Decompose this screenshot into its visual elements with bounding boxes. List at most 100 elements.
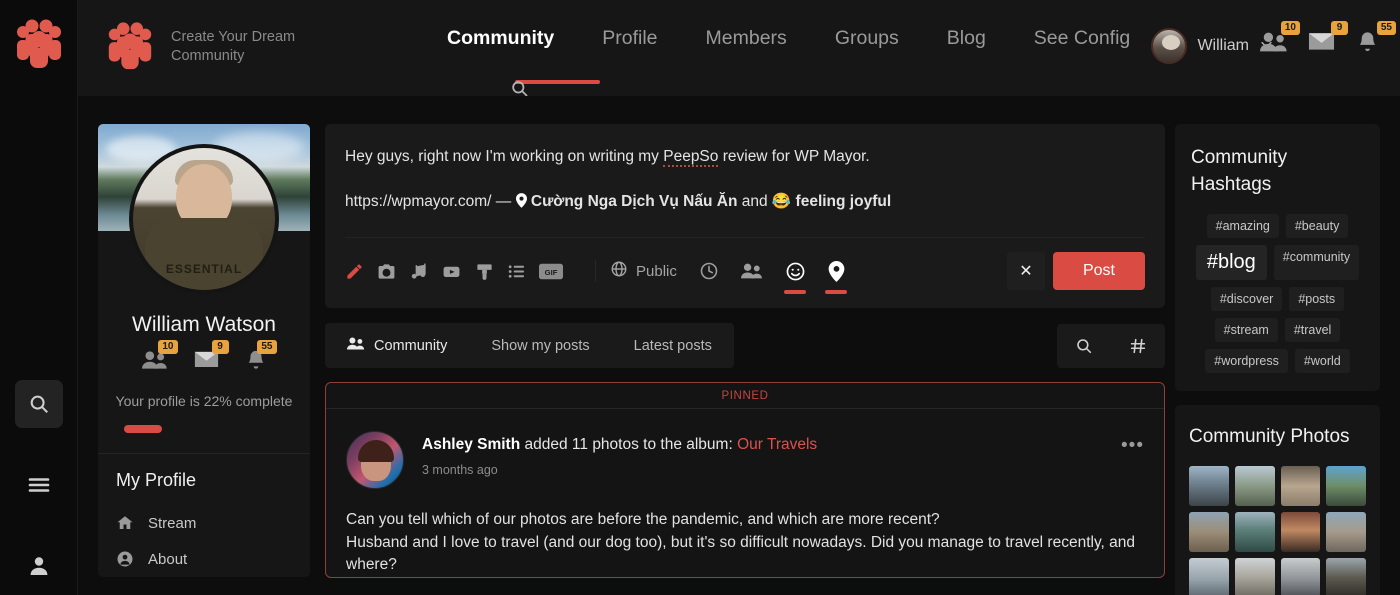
user-menu[interactable]: William (1151, 28, 1274, 64)
photo-thumb[interactable] (1326, 466, 1366, 506)
toolbar-divider (595, 260, 596, 282)
photo-thumb[interactable] (1280, 466, 1321, 506)
photo-thumb[interactable] (1234, 511, 1275, 552)
badge-count: 9 (211, 340, 229, 354)
post-meta: Ashley Smith added 11 photos to the albu… (404, 431, 817, 477)
avatar-body (145, 218, 263, 290)
privacy-selector[interactable]: Public (610, 260, 677, 282)
nav-item-community[interactable]: Community (423, 25, 578, 52)
photo-thumb[interactable] (1234, 557, 1275, 595)
photo-thumb[interactable] (1326, 511, 1366, 552)
post-composer[interactable]: Hey guys, right now I'm working on writi… (325, 124, 1165, 308)
sidebar-item-stream[interactable]: Stream (112, 505, 296, 541)
photo-thumb[interactable] (1280, 557, 1321, 595)
main-column: Hey guys, right now I'm working on writi… (325, 124, 1165, 578)
brand[interactable]: Create Your Dream Community (103, 20, 321, 74)
hashtag-item[interactable]: #wordpress (1205, 349, 1288, 373)
photo-thumb[interactable] (1280, 511, 1321, 552)
rail-menu-icon[interactable] (15, 461, 63, 509)
user-circle-icon (116, 550, 134, 568)
composer-url[interactable]: https://wpmayor.com/ (345, 193, 491, 210)
main-nav: Community Profile Members Groups Blog Se… (423, 25, 1154, 52)
composer-option-tools: Public (610, 260, 845, 282)
composer-text-line1[interactable]: Hey guys, right now I'm working on writi… (345, 146, 1145, 168)
pinned-badge: PINNED (721, 390, 769, 402)
feeling-smiley-icon[interactable] (785, 261, 806, 282)
nav-item-see-config[interactable]: See Config (1010, 25, 1154, 52)
post-author-name[interactable]: Ashley Smith (422, 436, 520, 453)
video-icon[interactable] (441, 262, 462, 281)
filter-tab-show-my-posts[interactable]: Show my posts (469, 323, 611, 368)
photo-thumb[interactable] (1189, 466, 1229, 506)
composer-text-line2[interactable]: https://wpmayor.com/ — Cường Nga Dịch Vụ… (345, 191, 1145, 213)
hashtag-icon[interactable] (1111, 324, 1165, 368)
hashtag-item[interactable]: #beauty (1285, 214, 1349, 238)
notifications-icon[interactable]: 55 (1356, 21, 1396, 64)
schedule-clock-icon[interactable] (699, 261, 719, 281)
hashtag-item[interactable]: #discover (1210, 287, 1283, 311)
rail-search-icon[interactable] (15, 380, 63, 428)
tag-people-icon[interactable] (740, 261, 763, 281)
profile-menu: My Profile Stream About (112, 454, 296, 577)
friends-icon[interactable]: 10 (141, 340, 178, 376)
filter-tab-label: Community (374, 337, 448, 354)
friends-icon[interactable]: 10 (1260, 21, 1300, 64)
feeling-emoji-icon: 😂 (771, 193, 792, 210)
hashtags-title: Community Hashtags (1191, 147, 1288, 195)
profile-avatar[interactable]: ESSENTIAL (129, 144, 279, 294)
profile-menu-title: My Profile (116, 470, 197, 490)
photo-thumb[interactable] (1234, 466, 1275, 506)
post-album-link[interactable]: Our Travels (737, 436, 817, 453)
post-action-text: added 11 photos to the album: (520, 436, 738, 453)
post-button[interactable]: Post (1052, 252, 1145, 290)
composer-text-c: review for WP Mayor. (718, 148, 870, 165)
location-pin-icon[interactable] (828, 260, 845, 282)
photo-thumb[interactable] (1189, 557, 1229, 595)
people-icon (347, 336, 365, 355)
list-icon[interactable] (507, 262, 526, 281)
nav-item-profile[interactable]: Profile (578, 25, 681, 52)
composer-and: and (741, 193, 768, 210)
music-icon[interactable] (409, 262, 428, 281)
composer-text-misspelled: PeepSo (663, 148, 719, 167)
notifications-icon[interactable]: 55 (245, 340, 277, 376)
hashtag-item[interactable]: #blog (1195, 245, 1267, 280)
photo-thumb[interactable] (1326, 557, 1366, 595)
svg-text:GIF: GIF (545, 267, 558, 276)
nav-item-members[interactable]: Members (682, 25, 811, 52)
post-more-options-icon[interactable]: ••• (1121, 431, 1144, 457)
nav-item-blog[interactable]: Blog (923, 25, 1010, 52)
post-author-avatar[interactable] (346, 431, 404, 489)
site-header: Create Your Dream Community Community Pr… (78, 0, 1400, 97)
brand-tagline: Create Your Dream Community (171, 29, 296, 64)
hashtag-item[interactable]: #travel (1284, 318, 1341, 342)
filter-tab-latest-posts[interactable]: Latest posts (612, 323, 734, 368)
filter-tab-community[interactable]: Community (325, 323, 469, 368)
pencil-icon[interactable] (345, 262, 364, 281)
photo-thumb[interactable] (1189, 511, 1229, 552)
post-body-line2: Husband and I love to travel (and our do… (346, 533, 1136, 574)
hashtag-item[interactable]: #stream (1214, 318, 1278, 342)
gif-icon[interactable]: GIF (539, 263, 563, 280)
post-timestamp: 3 months ago (422, 463, 498, 477)
paint-brush-icon[interactable] (475, 262, 494, 281)
hashtag-item[interactable]: #world (1294, 349, 1350, 373)
photos-title: Community Photos (1189, 426, 1350, 447)
hashtag-item[interactable]: #posts (1289, 287, 1345, 311)
rail-account-icon[interactable] (15, 542, 63, 590)
close-icon[interactable]: ✕ (1006, 252, 1045, 290)
app-logo-icon[interactable] (11, 17, 67, 73)
sidebar-item-about[interactable]: About (112, 541, 296, 577)
profile-progress-fill (124, 425, 162, 433)
filter-action-group (1057, 323, 1165, 368)
left-icon-rail (0, 0, 78, 595)
messages-icon[interactable]: 9 (194, 340, 229, 376)
hashtag-item[interactable]: #community (1273, 245, 1360, 280)
nav-item-groups[interactable]: Groups (811, 25, 923, 52)
camera-icon[interactable] (377, 262, 396, 281)
page-body: ESSENTIAL William Watson 10 9 55 Your pr… (78, 96, 1400, 595)
messages-icon[interactable]: 9 (1308, 21, 1348, 64)
avatar-shirt-text: ESSENTIAL (165, 262, 243, 276)
hashtag-item[interactable]: #amazing (1206, 214, 1279, 238)
stream-search-icon[interactable] (1057, 324, 1111, 368)
